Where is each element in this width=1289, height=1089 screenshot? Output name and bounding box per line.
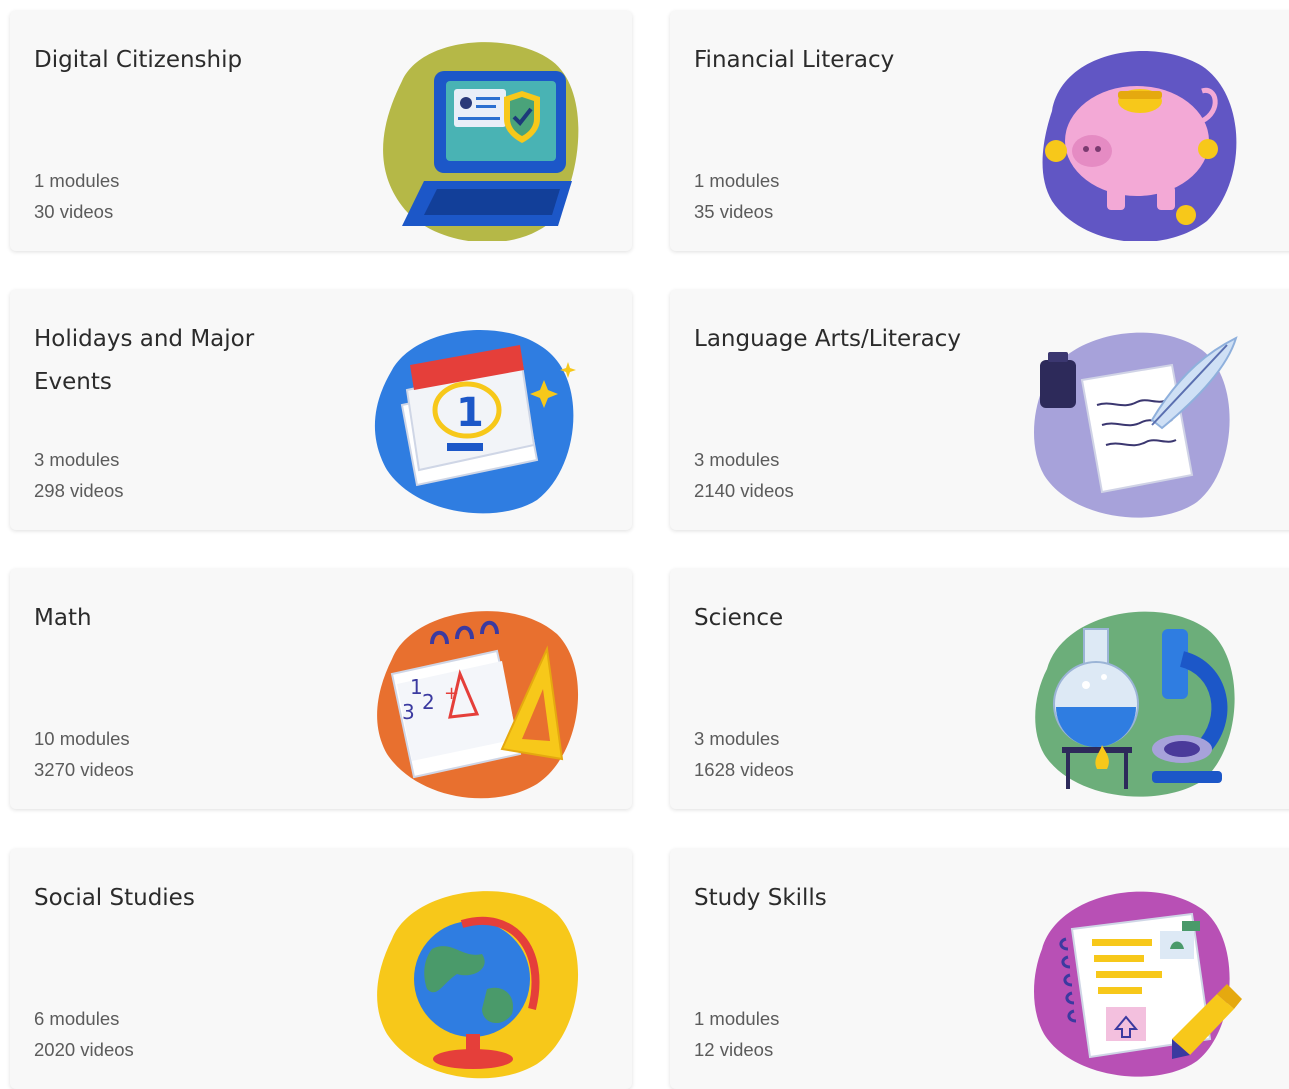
card-title: Study Skills (694, 885, 827, 911)
card-financial-literacy[interactable]: Financial Literacy 1 modules 35 videos (670, 11, 1289, 251)
videos-count: 2020 videos (34, 1039, 134, 1060)
globe-icon (362, 869, 592, 1079)
card-language-arts-literacy[interactable]: Language Arts/Literacy 3 modules 2140 vi… (670, 290, 1289, 530)
laptop-security-icon (362, 31, 592, 243)
card-study-skills[interactable]: Study Skills 1 modules 12 videos (670, 849, 1289, 1089)
svg-text:3: 3 (402, 700, 415, 724)
math-notepad-icon: 1 2 3 + (362, 589, 592, 799)
svg-text:1: 1 (410, 675, 423, 699)
videos-count: 2140 videos (694, 480, 794, 501)
card-title: Digital Citizenship (34, 47, 243, 73)
card-title: Financial Literacy (694, 47, 895, 73)
modules-count: 10 modules (34, 728, 130, 749)
calendar-icon: 1 (362, 310, 592, 520)
piggy-bank-icon (1022, 31, 1252, 243)
quill-ink-icon (1022, 310, 1252, 520)
card-title: Language Arts/Literacy (694, 326, 961, 352)
videos-count: 1628 videos (694, 759, 794, 780)
svg-text:2: 2 (422, 690, 435, 714)
card-title: Science (694, 605, 784, 631)
card-title: Math (34, 605, 92, 631)
modules-count: 1 modules (694, 1008, 780, 1029)
card-title: Social Studies (34, 885, 195, 911)
videos-count: 12 videos (694, 1039, 774, 1060)
card-social-studies[interactable]: Social Studies 6 modules 2020 videos (10, 849, 632, 1089)
videos-count: 30 videos (34, 201, 114, 222)
modules-count: 1 modules (34, 170, 120, 191)
videos-count: 35 videos (694, 201, 774, 222)
notebook-highlighter-icon (1022, 869, 1252, 1079)
flask-microscope-icon (1022, 589, 1252, 799)
modules-count: 3 modules (34, 449, 120, 470)
modules-count: 3 modules (694, 449, 780, 470)
card-title: Holidays and Major Events (34, 326, 255, 395)
videos-count: 3270 videos (34, 759, 134, 780)
card-digital-citizenship[interactable]: Digital Citizenship 1 modules 30 videos (10, 11, 632, 251)
modules-count: 6 modules (34, 1008, 120, 1029)
videos-count: 298 videos (34, 480, 124, 501)
modules-count: 1 modules (694, 170, 780, 191)
modules-count: 3 modules (694, 728, 780, 749)
card-math[interactable]: Math 10 modules 3270 videos 1 2 3 + (10, 569, 632, 809)
card-holidays-major-events[interactable]: Holidays and Major Events 3 modules 298 … (10, 290, 632, 530)
svg-text:1: 1 (456, 390, 484, 436)
card-science[interactable]: Science 3 modules 1628 videos (670, 569, 1289, 809)
